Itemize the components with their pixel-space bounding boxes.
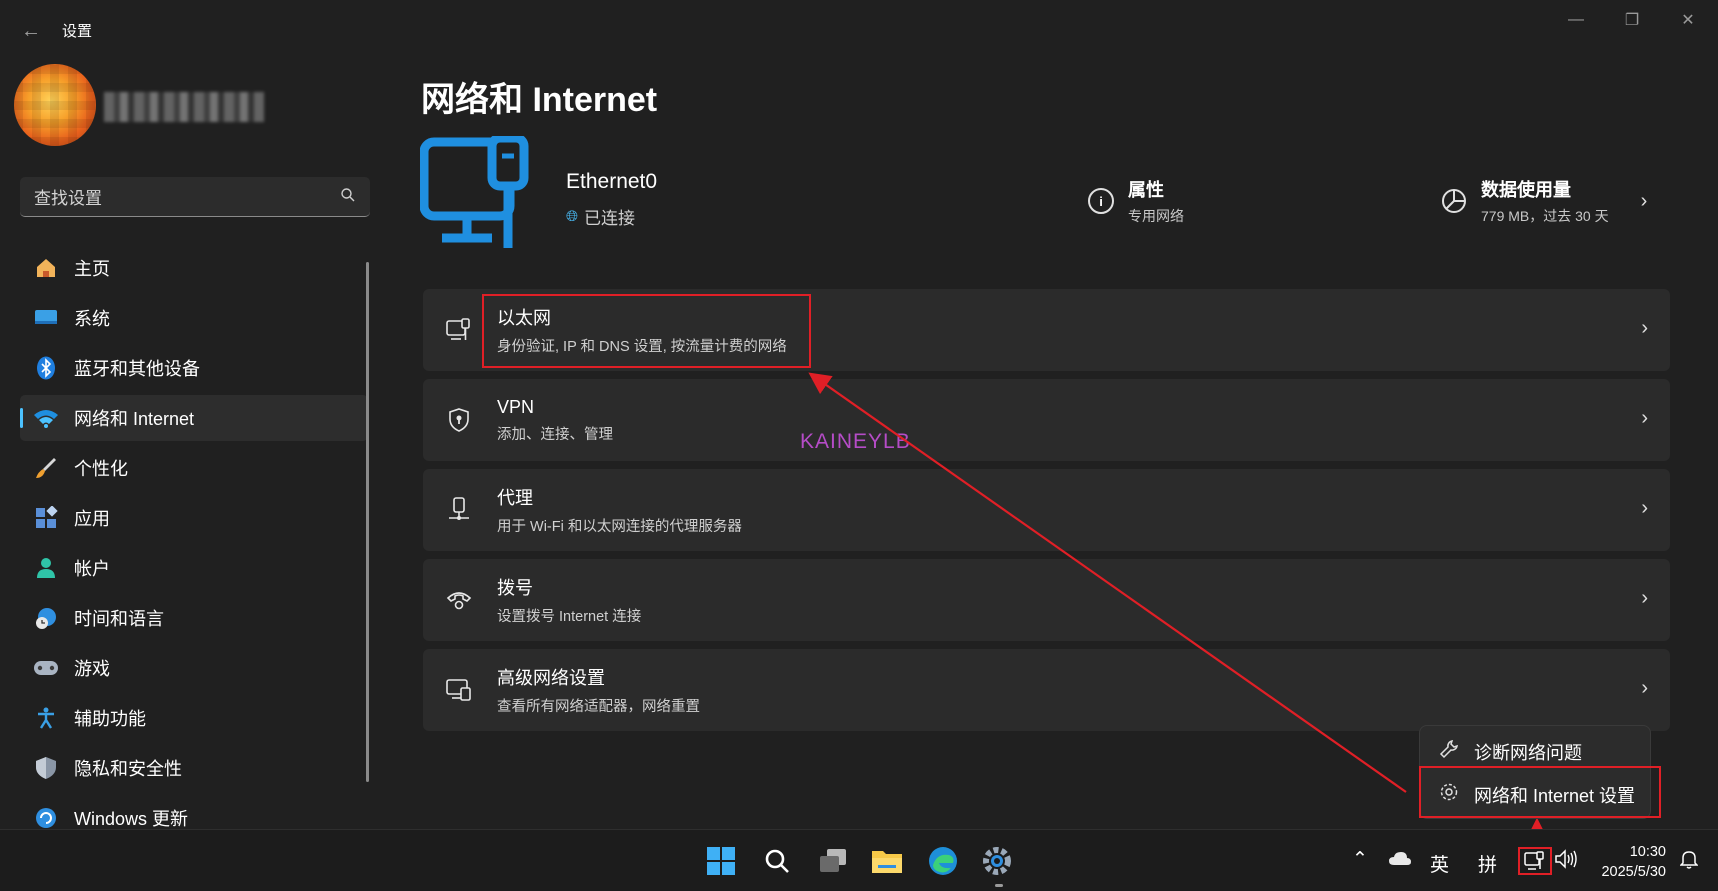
notification-bell-icon[interactable]: [1679, 849, 1699, 874]
active-app-indicator: [995, 884, 1003, 887]
clock[interactable]: 10:30 2025/5/30: [1601, 842, 1666, 882]
volume-icon[interactable]: [1554, 848, 1578, 876]
menu-item-diagnose[interactable]: 诊断网络问题: [1438, 739, 1582, 765]
network-tray-icon[interactable]: [1518, 847, 1552, 875]
search-icon[interactable]: [758, 842, 796, 880]
start-icon[interactable]: [702, 842, 740, 880]
chevron-up-icon[interactable]: ⌃: [1352, 848, 1368, 871]
task-view-icon[interactable]: [814, 842, 852, 880]
settings-icon[interactable]: [978, 842, 1016, 880]
menu-item-label: 诊断网络问题: [1474, 743, 1582, 763]
file-explorer-icon[interactable]: [868, 842, 906, 880]
wrench-icon: [1438, 739, 1460, 765]
edge-icon[interactable]: [924, 842, 962, 880]
clock-date: 2025/5/30: [1601, 864, 1666, 880]
taskbar: ⌃ 英 拼 10:30 2025/5/30: [0, 829, 1718, 891]
ime-mode-indicator[interactable]: 拼: [1478, 850, 1497, 877]
highlight-network-settings: [1419, 766, 1661, 818]
clock-time: 10:30: [1629, 844, 1666, 860]
onedrive-cloud-icon[interactable]: [1388, 850, 1412, 872]
ime-language-indicator[interactable]: 英: [1430, 850, 1449, 877]
